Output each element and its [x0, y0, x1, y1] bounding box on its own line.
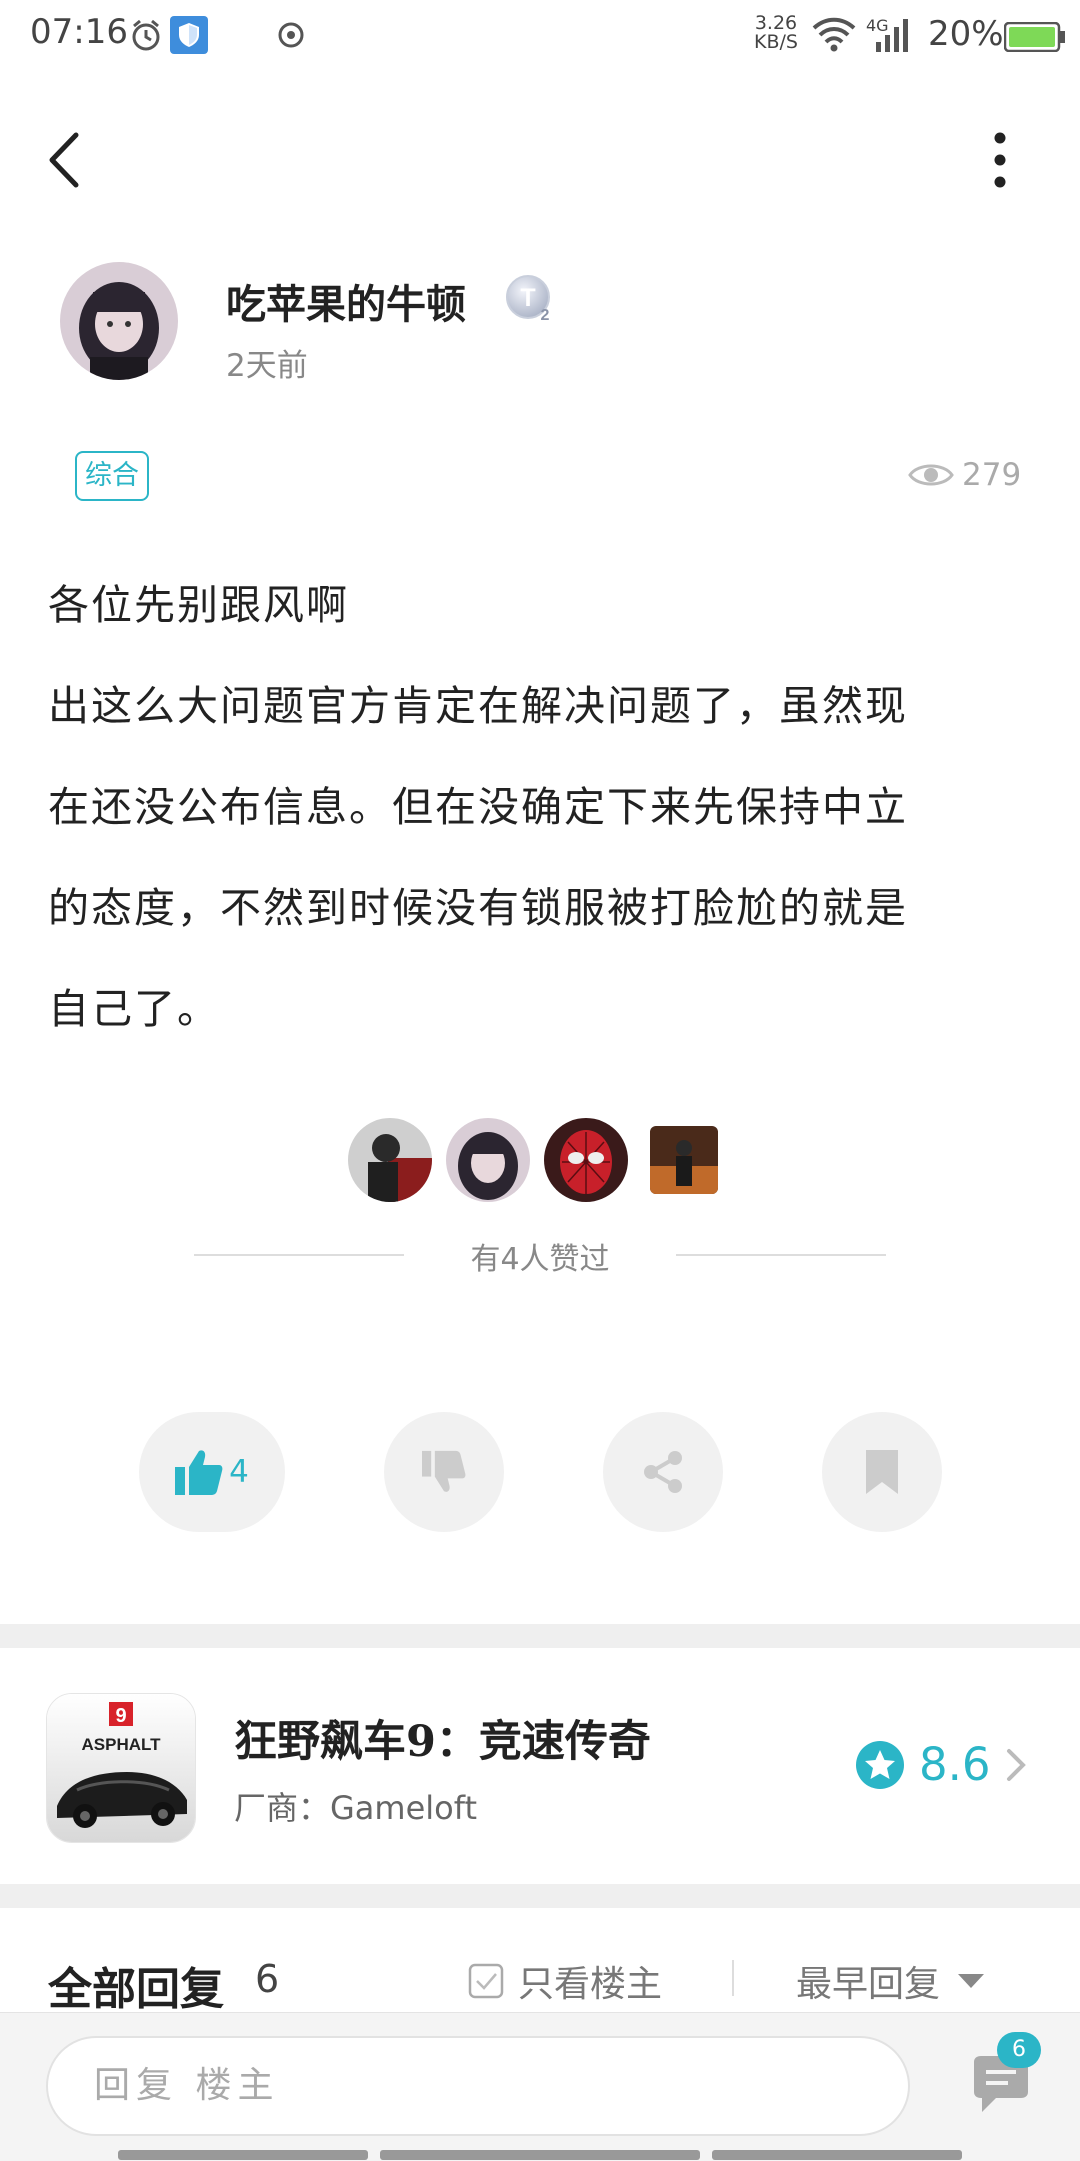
view-count-value: 279 [962, 457, 1022, 493]
likers-count-text: 有4人赞过 [470, 1242, 610, 1277]
svg-text:T: T [520, 284, 535, 312]
game-rating[interactable]: 8.6 [855, 1738, 1027, 1791]
author-avatar[interactable] [60, 262, 178, 380]
comment-count-badge: 6 [997, 2032, 1041, 2068]
likers-avatars[interactable] [348, 1118, 718, 1202]
view-count: 279 [908, 455, 1021, 495]
liker-avatar[interactable] [650, 1126, 718, 1194]
divider-line [676, 1254, 886, 1256]
author-name[interactable]: 吃苹果的牛顿 [226, 272, 466, 330]
liker-avatar[interactable] [544, 1118, 628, 1202]
share-button[interactable] [603, 1412, 723, 1532]
vertical-separator [732, 1960, 734, 1996]
checkbox-icon[interactable] [468, 1963, 504, 1999]
replies-count: 6 [255, 1957, 280, 2001]
shield-icon [170, 16, 208, 54]
bookmark-button[interactable] [822, 1412, 942, 1532]
content-line: 各位先别跟风啊 [48, 581, 349, 629]
post-time: 2天前 [226, 348, 308, 384]
game-vendor: 厂商：Gameloft [234, 1789, 477, 1827]
liker-avatar[interactable] [348, 1118, 432, 1202]
game-icon-text: ASPHALT [81, 1735, 161, 1754]
more-options-icon[interactable] [975, 130, 1025, 190]
sort-dropdown[interactable]: 最早回复 [796, 1955, 986, 2007]
sort-label: 最早回复 [796, 1964, 941, 2005]
post-content: 各位先别跟风啊 出这么大问题官方肯定在解决问题了，虽然现 在还没公布信息。但在没… [48, 568, 1028, 1073]
only-op-toggle[interactable]: 只看楼主 [468, 1955, 662, 2007]
thumbs-up-icon [175, 1450, 223, 1495]
section-divider [0, 1624, 1080, 1648]
rating-score: 8.6 [919, 1738, 991, 1791]
wifi-icon [812, 17, 856, 52]
status-time: 07:16 [30, 12, 128, 52]
section-divider [0, 1884, 1080, 1908]
share-icon [644, 1451, 682, 1493]
like-count: 4 [229, 1454, 249, 1490]
status-bar: 07:16 3.26 KB/S 4G 20% [0, 0, 1080, 76]
battery-icon [1004, 22, 1065, 52]
like-button[interactable]: 4 [139, 1412, 285, 1532]
game-title[interactable]: 狂野飙车9：竞速传奇 [234, 1707, 651, 1769]
chevron-right-icon [1006, 1748, 1026, 1781]
gesture-bar [380, 2150, 700, 2160]
caret-down-icon [958, 1974, 985, 1988]
eye-icon [908, 464, 954, 486]
content-line: 在还没公布信息。但在没确定下来先保持中立 [48, 783, 908, 831]
alarm-icon [132, 19, 160, 51]
game-icon-number: 9 [115, 1705, 126, 1727]
game-icon[interactable]: 9 ASPHALT [46, 1693, 196, 1843]
star-icon [856, 1740, 904, 1789]
liker-avatar[interactable] [446, 1118, 530, 1202]
reply-input[interactable]: 回复 楼主 [46, 2036, 910, 2136]
category-tag[interactable]: 综合 [75, 451, 149, 501]
content-line: 出这么大问题官方肯定在解决问题了，虽然现 [48, 682, 908, 730]
location-icon [278, 22, 304, 48]
content-line: 的态度，不然到时候没有锁服被打脸尬的就是 [48, 884, 908, 932]
replies-title: 全部回复 [48, 1964, 224, 2015]
back-icon[interactable] [40, 125, 90, 195]
bookmark-icon [866, 1450, 898, 1494]
gesture-bar [118, 2150, 368, 2160]
level-badge: T 2 [505, 274, 555, 324]
content-line: 自己了。 [48, 985, 220, 1033]
svg-text:2: 2 [541, 307, 550, 324]
signal-icon [876, 19, 908, 52]
battery-percent: 20% [928, 14, 1004, 54]
thumbs-down-icon [422, 1450, 466, 1492]
net-speed: 3.26 KB/S [754, 12, 798, 53]
divider-line [194, 1254, 404, 1256]
dislike-button[interactable] [384, 1412, 504, 1532]
gesture-bar [712, 2150, 962, 2160]
only-op-label: 只看楼主 [518, 1964, 663, 2005]
